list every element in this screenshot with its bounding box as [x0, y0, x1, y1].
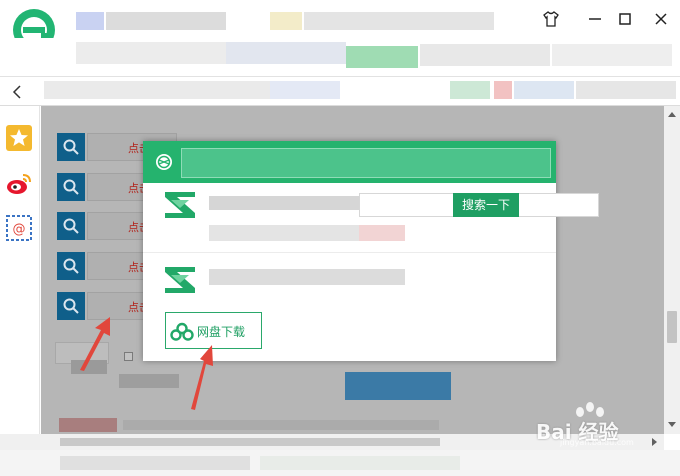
- blurred-nav-item[interactable]: [514, 81, 574, 99]
- search-icon: [63, 179, 79, 195]
- baidu-jingyan-watermark: Bai 经验 jingyan.baidu.com: [530, 402, 675, 448]
- blurred-result-text: [359, 225, 405, 241]
- weibo-icon[interactable]: [5, 170, 33, 198]
- search-icon: [63, 258, 79, 274]
- blurred-result-text: [209, 196, 359, 210]
- vertical-scroll-thumb[interactable]: [667, 311, 677, 343]
- blurred-nav-item[interactable]: [44, 81, 274, 99]
- navigation-bar: [0, 76, 680, 106]
- minimize-icon: [589, 18, 601, 20]
- svg-text:@: @: [13, 222, 26, 237]
- popup-divider: [143, 252, 556, 253]
- search-icon: [63, 298, 79, 314]
- star-favorite-icon[interactable]: [5, 124, 33, 152]
- checkbox[interactable]: [124, 352, 133, 361]
- blurred-result-text: [209, 225, 359, 241]
- back-arrow-icon[interactable]: [8, 82, 28, 102]
- blurred-nav-item[interactable]: [270, 81, 340, 99]
- search-button[interactable]: [57, 133, 85, 161]
- blurred-title-text: [76, 12, 104, 30]
- blurred-status-text: [60, 456, 250, 470]
- blurred-title-text: [270, 12, 302, 30]
- blurred-nav-item[interactable]: [450, 81, 490, 99]
- search-icon: [63, 218, 79, 234]
- vertical-scrollbar[interactable]: [664, 106, 680, 434]
- blurred-toolbar-item[interactable]: [346, 46, 418, 68]
- close-icon: [655, 13, 667, 25]
- status-bar: [0, 450, 680, 476]
- left-sidebar: @: [0, 106, 40, 436]
- minimize-button[interactable]: [582, 8, 608, 30]
- search-button[interactable]: [57, 252, 85, 280]
- close-button[interactable]: [648, 8, 674, 30]
- scroll-up-icon[interactable]: [668, 112, 676, 117]
- blurred-toolbar-item[interactable]: [226, 42, 346, 64]
- blurred-text: [119, 374, 179, 388]
- pan-download-button[interactable]: 网盘下载: [165, 312, 262, 349]
- browser-window: @ 点击查 点击查 点击查 点击查: [0, 0, 680, 476]
- pan-download-label: 网盘下载: [197, 325, 246, 339]
- site-logo-icon: [165, 192, 195, 218]
- blurred-button[interactable]: [345, 372, 451, 400]
- search-submit-button[interactable]: 搜索一下: [453, 193, 519, 217]
- blurred-nav-item[interactable]: [576, 81, 676, 99]
- skin-button[interactable]: [538, 8, 564, 30]
- blurred-title-text: [304, 12, 494, 30]
- popup-header: [143, 141, 556, 183]
- site-logo-icon: [165, 267, 195, 293]
- search-icon: [63, 139, 79, 155]
- search-button[interactable]: [57, 292, 85, 320]
- blurred-text: [123, 420, 439, 430]
- blurred-toolbar-item[interactable]: [552, 44, 672, 66]
- globe-icon: [156, 154, 172, 170]
- toolbar: [0, 38, 680, 76]
- blurred-status-text: [260, 456, 460, 470]
- blurred-result-text: [209, 269, 405, 285]
- address-field[interactable]: [181, 148, 551, 178]
- search-button[interactable]: [57, 212, 85, 240]
- maximize-button[interactable]: [612, 8, 638, 30]
- search-button[interactable]: [57, 173, 85, 201]
- title-bar: [0, 0, 680, 51]
- mail-at-icon[interactable]: @: [5, 214, 33, 242]
- blurred-title-text: [106, 12, 226, 30]
- watermark-subtext: jingyan.baidu.com: [560, 438, 634, 447]
- blurred-text: [59, 418, 117, 432]
- search-popup: 搜索一下 网盘下载: [143, 141, 599, 361]
- horizontal-scroll-thumb[interactable]: [60, 438, 440, 446]
- blurred-text: [71, 360, 107, 374]
- skin-shirt-icon: [543, 11, 559, 27]
- blurred-toolbar-item[interactable]: [420, 44, 550, 66]
- cloud-disk-icon: [170, 322, 194, 341]
- maximize-icon: [619, 13, 631, 25]
- blurred-toolbar-item[interactable]: [76, 42, 226, 64]
- blurred-nav-item[interactable]: [494, 81, 512, 99]
